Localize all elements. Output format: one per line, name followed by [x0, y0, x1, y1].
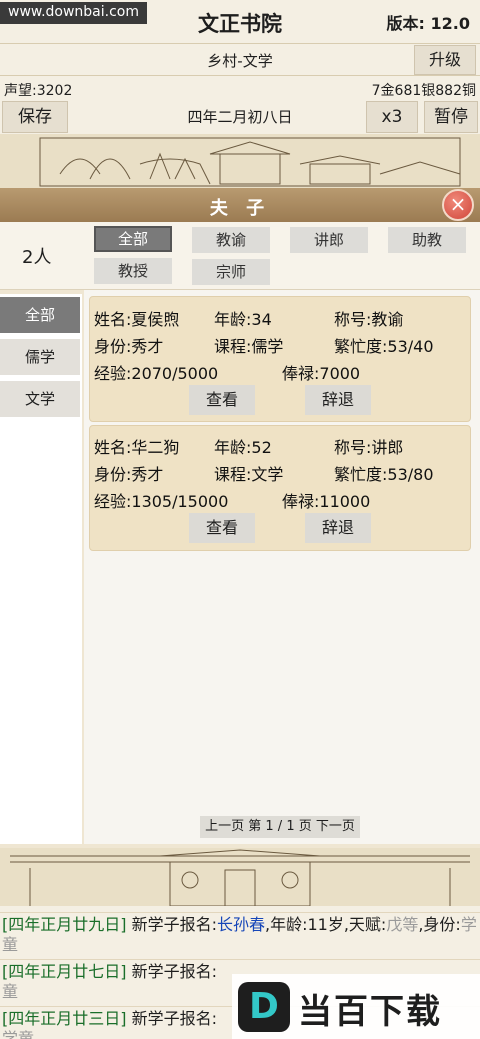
gate-scene-image — [0, 848, 480, 906]
teacher-name: 姓名:华二狗 — [94, 438, 180, 457]
teacher-busy: 繁忙度:53/80 — [334, 465, 434, 484]
teacher-age: 年龄:52 — [214, 438, 272, 457]
save-button[interactable]: 保存 — [2, 101, 68, 133]
log-student-name[interactable]: 长孙春 — [217, 915, 265, 934]
teacher-status: 身份:秀才 — [94, 337, 164, 356]
teacher-status: 身份:秀才 — [94, 465, 164, 484]
panel-title: 夫 子 — [209, 198, 271, 219]
filter-zhujiao[interactable]: 助教 — [388, 227, 466, 253]
version-label: 版本: 12.0 — [386, 14, 470, 33]
dismiss-button[interactable]: 辞退 — [305, 385, 371, 415]
log-date: [四年正月廿三日] — [2, 1009, 127, 1028]
teacher-age: 年龄:34 — [214, 310, 272, 329]
teacher-rank: 称号:教谕 — [334, 310, 404, 329]
log-entry: [四年正月廿九日] 新学子报名:长孙春,年龄:11岁,天赋:戊等,身份:学童 — [0, 912, 480, 958]
log-talent: 戊等 — [386, 915, 419, 934]
game-date: 四年二月初八日 — [187, 108, 293, 126]
teacher-salary: 俸禄:7000 — [282, 364, 361, 383]
dismiss-button[interactable]: 辞退 — [305, 513, 371, 543]
speed-button[interactable]: x3 — [366, 101, 418, 133]
log-text: 新学子报名: — [126, 1009, 217, 1028]
teacher-salary: 俸禄:11000 — [282, 492, 371, 511]
money-value: 7金681银882铜 — [371, 83, 476, 99]
log-text: ,年龄:11岁,天赋: — [265, 915, 387, 934]
teacher-busy: 繁忙度:53/40 — [334, 337, 434, 356]
school-type: 乡村-文学 — [207, 52, 273, 70]
teacher-rank: 称号:讲郎 — [334, 438, 404, 457]
log-text: 新学子报名: — [126, 962, 217, 981]
log-status: 童 — [2, 982, 19, 1001]
log-date: [四年正月廿九日] — [2, 915, 127, 934]
sidebar-item-wenxue[interactable]: 文学 — [0, 381, 80, 417]
filter-zongshi[interactable]: 宗师 — [192, 259, 270, 285]
brand-logo-icon: D — [238, 982, 290, 1032]
filter-all[interactable]: 全部 — [94, 226, 172, 252]
log-text: 新学子报名: — [126, 915, 217, 934]
close-button[interactable]: × — [442, 189, 474, 221]
log-text: ,身份: — [418, 915, 461, 934]
teacher-exp: 经验:1305/15000 — [94, 492, 229, 511]
filter-jiaoyu[interactable]: 教谕 — [192, 227, 270, 253]
view-button[interactable]: 查看 — [189, 513, 255, 543]
pagination[interactable]: 上一页 第 1 / 1 页 下一页 — [200, 816, 360, 838]
pause-button[interactable]: 暂停 — [424, 101, 478, 133]
filter-jianglang[interactable]: 讲郎 — [290, 227, 368, 253]
brand-text: 当百下载 — [298, 992, 442, 1032]
site-watermark: www.downbai.com — [0, 2, 147, 24]
close-icon: × — [449, 192, 467, 216]
teacher-course: 课程:儒学 — [214, 337, 284, 356]
log-date: [四年正月廿七日] — [2, 962, 127, 981]
academy-scene-image — [0, 134, 480, 188]
view-button[interactable]: 查看 — [189, 385, 255, 415]
log-status: 学童 — [2, 1029, 35, 1039]
sidebar-item-all[interactable]: 全部 — [0, 297, 80, 333]
teacher-course: 课程:文学 — [214, 465, 284, 484]
reputation-value: 声望:3202 — [4, 83, 73, 99]
teacher-exp: 经验:2070/5000 — [94, 364, 219, 383]
course-sidebar — [0, 294, 82, 844]
upgrade-button[interactable]: 升级 — [414, 45, 476, 75]
teacher-name: 姓名:夏侯煦 — [94, 310, 180, 329]
filter-jiaoshou[interactable]: 教授 — [94, 258, 172, 284]
teacher-count: 2人 — [22, 247, 52, 268]
sidebar-item-ruxue[interactable]: 儒学 — [0, 339, 80, 375]
